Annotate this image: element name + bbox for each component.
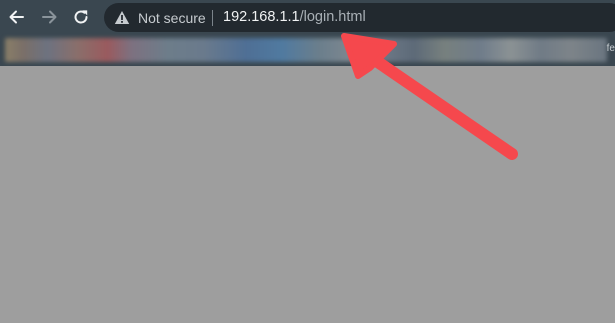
url-host: 192.168.1.1 [223, 9, 300, 25]
arrow-left-icon [9, 10, 24, 24]
blurred-bookmarks [5, 38, 607, 62]
security-indicator[interactable]: Not secure [114, 3, 206, 32]
address-bar[interactable]: Not secure 192.168.1.1/login.html [104, 3, 615, 32]
page-content [0, 66, 615, 323]
bookmarks-overflow-text: fe [606, 43, 615, 54]
url-text[interactable]: 192.168.1.1/login.html [223, 3, 366, 32]
warning-triangle-icon [114, 11, 130, 24]
reload-button[interactable] [70, 6, 92, 28]
arrow-right-icon [42, 10, 57, 24]
security-label: Not secure [138, 9, 206, 26]
forward-button[interactable] [38, 6, 60, 28]
browser-toolbar: Not secure 192.168.1.1/login.html [0, 0, 615, 35]
omnibox-divider [212, 10, 213, 26]
back-button[interactable] [6, 6, 28, 28]
reload-icon [74, 10, 88, 24]
bookmarks-bar: fe [0, 35, 615, 66]
url-path: /login.html [299, 9, 366, 25]
